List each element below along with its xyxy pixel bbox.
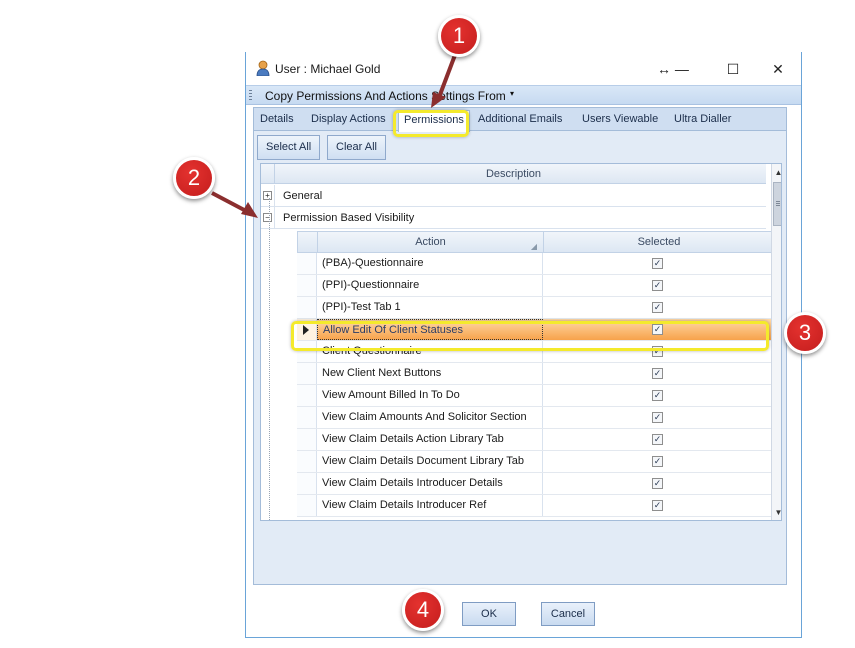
selected-checkbox[interactable]: ✓ bbox=[652, 478, 663, 489]
restore-button[interactable]: ↔ — bbox=[651, 58, 695, 80]
tab-ultra-dialler[interactable]: Ultra Dialler bbox=[674, 113, 731, 125]
vertical-scrollbar[interactable]: ▲ ▼ bbox=[771, 164, 781, 520]
row-indicator[interactable] bbox=[297, 473, 317, 494]
cancel-button[interactable]: Cancel bbox=[541, 602, 595, 626]
selected-cell[interactable]: ✓ bbox=[543, 451, 773, 472]
tab-details[interactable]: Details bbox=[260, 113, 294, 125]
row-indicator[interactable] bbox=[297, 275, 317, 296]
select-all-button[interactable]: Select All bbox=[257, 135, 321, 160]
table-row[interactable]: New Client Next Buttons ✓ bbox=[297, 363, 773, 385]
callout-4: 4 bbox=[402, 589, 444, 631]
row-indicator[interactable] bbox=[297, 297, 317, 318]
scroll-down-icon[interactable]: ▼ bbox=[772, 506, 781, 520]
action-cell[interactable]: View Claim Details Action Library Tab bbox=[317, 429, 543, 450]
grid-header: Description bbox=[261, 164, 766, 184]
table-row[interactable]: (PPI)-Test Tab 1 ✓ bbox=[297, 297, 773, 319]
window-title: User : Michael Gold bbox=[275, 62, 381, 76]
action-cell[interactable]: View Claim Details Document Library Tab bbox=[317, 451, 543, 472]
menu-bar: Copy Permissions And Actions Settings Fr… bbox=[246, 85, 801, 105]
callout-3: 3 bbox=[784, 312, 826, 354]
selected-column-header[interactable]: Selected bbox=[544, 232, 773, 252]
action-cell[interactable]: View Claim Details Introducer Details bbox=[317, 473, 543, 494]
highlight-selected-row bbox=[291, 321, 769, 351]
table-row[interactable]: (PPI)-Questionnaire ✓ bbox=[297, 275, 773, 297]
row-indicator[interactable] bbox=[297, 495, 317, 516]
selected-cell[interactable]: ✓ bbox=[543, 385, 773, 406]
table-row[interactable]: View Claim Amounts And Solicitor Section… bbox=[297, 407, 773, 429]
action-cell[interactable]: (PPI)-Questionnaire bbox=[317, 275, 543, 296]
ok-button[interactable]: OK bbox=[462, 602, 516, 626]
arrow-2 bbox=[211, 191, 249, 214]
user-icon bbox=[256, 60, 270, 76]
row-indicator[interactable] bbox=[297, 253, 317, 274]
table-row[interactable]: (PBA)-Questionnaire ✓ bbox=[297, 253, 773, 275]
action-cell[interactable]: (PBA)-Questionnaire bbox=[317, 253, 543, 274]
description-header[interactable]: Description bbox=[486, 168, 541, 180]
expand-icon[interactable]: + bbox=[263, 191, 272, 200]
maximize-button[interactable]: ☐ bbox=[718, 58, 748, 80]
collapse-icon[interactable]: − bbox=[263, 213, 272, 222]
callout-2: 2 bbox=[173, 157, 215, 199]
group-label: Permission Based Visibility bbox=[283, 212, 415, 224]
row-indicator[interactable] bbox=[297, 385, 317, 406]
table-row[interactable]: View Claim Details Action Library Tab ✓ bbox=[297, 429, 773, 451]
tab-strip: Details Display Actions Permissions Addi… bbox=[254, 108, 786, 132]
selected-cell[interactable]: ✓ bbox=[543, 297, 773, 318]
table-row[interactable]: View Claim Details Introducer Ref ✓ bbox=[297, 495, 773, 517]
action-cell[interactable]: View Amount Billed In To Do bbox=[317, 385, 543, 406]
close-button[interactable]: ✕ bbox=[763, 58, 793, 80]
selected-checkbox[interactable]: ✓ bbox=[652, 390, 663, 401]
selected-cell[interactable]: ✓ bbox=[543, 407, 773, 428]
action-cell[interactable]: (PPI)-Test Tab 1 bbox=[317, 297, 543, 318]
selected-cell[interactable]: ✓ bbox=[543, 275, 773, 296]
row-indicator[interactable] bbox=[297, 363, 317, 384]
selected-cell[interactable]: ✓ bbox=[543, 473, 773, 494]
selected-checkbox[interactable]: ✓ bbox=[652, 500, 663, 511]
row-indicator[interactable] bbox=[297, 451, 317, 472]
selected-checkbox[interactable]: ✓ bbox=[652, 412, 663, 423]
selected-cell[interactable]: ✓ bbox=[543, 429, 773, 450]
row-indicator[interactable] bbox=[297, 429, 317, 450]
action-cell[interactable]: New Client Next Buttons bbox=[317, 363, 543, 384]
action-cell[interactable]: View Claim Amounts And Solicitor Section bbox=[317, 407, 543, 428]
selected-cell[interactable]: ✓ bbox=[543, 363, 773, 384]
selected-checkbox[interactable]: ✓ bbox=[652, 302, 663, 313]
selected-checkbox[interactable]: ✓ bbox=[652, 456, 663, 467]
chevron-down-icon[interactable]: ▾ bbox=[510, 89, 514, 98]
title-bar: User : Michael Gold ↔ — ☐ ✕ bbox=[246, 52, 801, 85]
tab-additional-emails[interactable]: Additional Emails bbox=[478, 113, 562, 125]
tree-connector bbox=[269, 198, 270, 520]
scroll-thumb[interactable] bbox=[773, 182, 781, 226]
clear-all-button[interactable]: Clear All bbox=[327, 135, 386, 160]
scroll-up-icon[interactable]: ▲ bbox=[772, 166, 781, 180]
selected-checkbox[interactable]: ✓ bbox=[652, 368, 663, 379]
selected-checkbox[interactable]: ✓ bbox=[652, 434, 663, 445]
copy-permissions-menu[interactable]: Copy Permissions And Actions Settings Fr… bbox=[265, 89, 506, 103]
selected-cell[interactable]: ✓ bbox=[543, 253, 773, 274]
tab-display-actions[interactable]: Display Actions bbox=[311, 113, 386, 125]
action-column-header[interactable]: Action ◢ bbox=[318, 232, 544, 252]
highlight-permissions-tab bbox=[393, 110, 469, 137]
selected-checkbox[interactable]: ✓ bbox=[652, 258, 663, 269]
table-row[interactable]: View Claim Details Document Library Tab ✓ bbox=[297, 451, 773, 473]
row-indicator[interactable] bbox=[297, 407, 317, 428]
selected-cell[interactable]: ✓ bbox=[543, 495, 773, 516]
action-cell[interactable]: View Claim Details Introducer Ref bbox=[317, 495, 543, 516]
group-row-general[interactable]: + General bbox=[261, 185, 766, 207]
table-row[interactable]: View Amount Billed In To Do ✓ bbox=[297, 385, 773, 407]
group-row-permission-based-visibility[interactable]: − Permission Based Visibility bbox=[261, 207, 766, 229]
table-row[interactable]: View Claim Details Introducer Details ✓ bbox=[297, 473, 773, 495]
detail-header: Action ◢ Selected bbox=[297, 231, 773, 253]
group-label: General bbox=[283, 190, 323, 202]
detail-grid: Action ◢ Selected (PBA)-Questionnaire ✓ (P… bbox=[297, 231, 773, 520]
tab-users-viewable[interactable]: Users Viewable bbox=[582, 113, 658, 125]
selected-checkbox[interactable]: ✓ bbox=[652, 280, 663, 291]
grip-icon bbox=[249, 90, 252, 101]
callout-1: 1 bbox=[438, 15, 480, 57]
